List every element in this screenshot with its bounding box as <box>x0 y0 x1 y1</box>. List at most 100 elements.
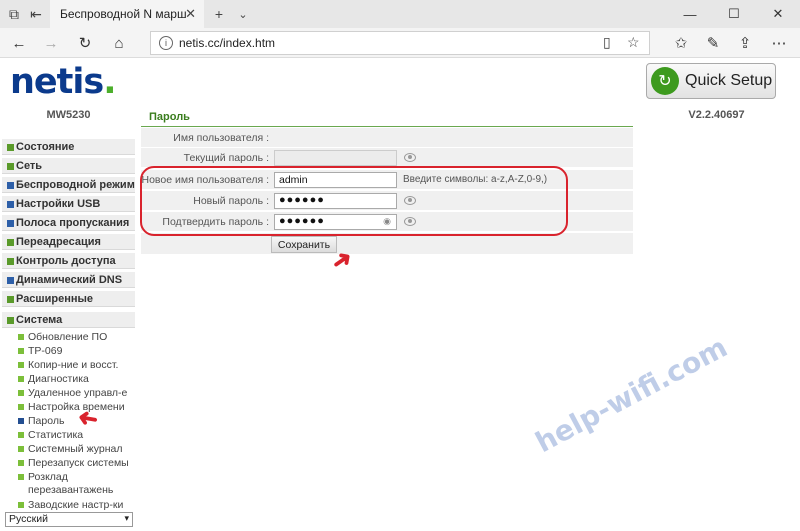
new-tab-icon[interactable]: + <box>208 0 230 28</box>
url-text: netis.cc/index.htm <box>179 36 276 50</box>
sidebar: MW5230 Состояние Сеть Беспроводной режим… <box>0 105 137 531</box>
tab-title: Беспроводной N марш <box>60 7 187 21</box>
submenu-label: TP-069 <box>28 345 63 357</box>
plus-icon <box>7 163 14 170</box>
quick-setup-icon: ↻ <box>651 67 679 95</box>
submenu-label: Удаленное управл-е <box>28 387 128 399</box>
plus-icon <box>7 144 14 151</box>
menu-forwarding[interactable]: Переадресация <box>2 233 135 250</box>
show-password-eye-icon[interactable] <box>404 153 416 162</box>
bullet-icon <box>18 390 24 396</box>
menu-advanced[interactable]: Расширенные <box>2 290 135 307</box>
web-note-icon[interactable]: ✎ <box>698 28 728 58</box>
favorites-hub-icon[interactable]: ✩ <box>666 28 696 58</box>
submenu-factory[interactable]: Заводские настр-ки <box>18 499 124 512</box>
tab-list-chevron-icon[interactable]: ⌄ <box>232 0 254 28</box>
refresh-icon[interactable]: ↻ <box>70 28 100 58</box>
bullet-icon <box>18 460 24 466</box>
bullet-icon <box>18 334 24 340</box>
minimize-icon[interactable]: — <box>668 0 712 28</box>
window-close-icon[interactable]: ✕ <box>756 0 800 28</box>
site-info-icon[interactable]: i <box>159 36 173 50</box>
close-tab-icon[interactable]: ✕ <box>185 6 196 22</box>
submenu-label: Перезапуск системы <box>28 457 129 469</box>
back-icon[interactable]: ← <box>4 28 34 58</box>
current-password-field[interactable] <box>274 150 397 166</box>
language-value: Русский <box>9 513 48 525</box>
browser-tab-bar: ⧉ ⇤ Беспроводной N марш ✕ + ⌄ — ☐ ✕ <box>0 0 800 28</box>
submenu-label: Заводские настр-ки <box>28 499 124 511</box>
submenu-label: Системный журнал <box>28 443 123 455</box>
menu-system[interactable]: Система <box>2 311 135 328</box>
submenu-label: Копир-ние и восст. <box>28 359 119 371</box>
plus-icon <box>7 239 14 246</box>
share-icon[interactable]: ⇪ <box>730 28 760 58</box>
menu-network[interactable]: Сеть <box>2 157 135 174</box>
submenu-tr069[interactable]: TP-069 <box>18 345 63 358</box>
browser-toolbar: ← → ↻ ⌂ i netis.cc/index.htm ▯ ☆ ✩ ✎ ⇪ ⋯ <box>0 28 800 58</box>
plus-icon <box>7 277 14 284</box>
more-menu-icon[interactable]: ⋯ <box>764 28 794 58</box>
menu-usb[interactable]: Настройки USB <box>2 195 135 212</box>
menu-label: Полоса пропускания <box>16 216 130 229</box>
menu-label: Динамический DNS <box>16 273 123 286</box>
netis-logo: netis. <box>10 62 117 102</box>
bullet-icon <box>18 418 24 424</box>
submenu-syslog[interactable]: Системный журнал <box>18 443 123 456</box>
browser-tab[interactable]: Беспроводной N марш ✕ <box>50 0 204 28</box>
menu-status[interactable]: Состояние <box>2 138 135 155</box>
forward-icon[interactable]: → <box>36 28 66 58</box>
save-button[interactable]: Сохранить <box>271 236 337 253</box>
menu-ddns[interactable]: Динамический DNS <box>2 271 135 288</box>
current-password-label: Текущий пароль : <box>183 152 269 164</box>
submenu-reboot-schedule[interactable]: Розклад перезавантажень <box>18 471 128 497</box>
back-tabs-icon[interactable]: ⇤ <box>26 0 46 28</box>
bullet-icon <box>18 502 24 508</box>
submenu-time[interactable]: Настройка времени <box>18 401 125 414</box>
submenu-label: Обновление ПО <box>28 331 108 343</box>
reading-view-icon[interactable]: ▯ <box>603 34 611 51</box>
submenu-firmware[interactable]: Обновление ПО <box>18 331 108 344</box>
home-icon[interactable]: ⌂ <box>104 28 134 58</box>
menu-label: Переадресация <box>16 235 101 248</box>
bullet-icon <box>18 362 24 368</box>
menu-label: Настройки USB <box>16 197 101 210</box>
address-bar[interactable]: i netis.cc/index.htm ▯ ☆ <box>150 31 650 55</box>
menu-label: Сеть <box>16 159 43 172</box>
menu-label: Расширенные <box>16 292 93 305</box>
submenu-label: Настройка времени <box>28 401 125 413</box>
bullet-icon <box>18 376 24 382</box>
tab-actions-icon[interactable]: ⧉ <box>4 0 24 28</box>
plus-icon <box>7 182 14 189</box>
submenu-reboot[interactable]: Перезапуск системы <box>18 457 129 470</box>
bullet-icon <box>18 348 24 354</box>
maximize-icon[interactable]: ☐ <box>712 0 756 28</box>
section-title: Пароль <box>141 105 633 127</box>
submenu-remote[interactable]: Удаленное управл-е <box>18 387 128 400</box>
menu-access-control[interactable]: Контроль доступа <box>2 252 135 269</box>
bullet-icon <box>18 446 24 452</box>
language-select[interactable]: Русский ▾ <box>5 512 133 527</box>
save-row <box>141 233 633 255</box>
plus-icon <box>7 201 14 208</box>
menu-wireless[interactable]: Беспроводной режим <box>2 176 135 193</box>
submenu-diagnostics[interactable]: Диагностика <box>18 373 89 386</box>
menu-label: Система <box>16 313 63 326</box>
quick-setup-button[interactable]: ↻ Quick Setup <box>646 63 776 99</box>
submenu-password[interactable]: Пароль <box>18 415 65 428</box>
menu-label: Состояние <box>16 140 75 153</box>
bullet-icon <box>18 474 24 480</box>
submenu-label: Пароль <box>28 415 65 427</box>
current-password-row: Текущий пароль : <box>141 148 633 168</box>
submenu-backup[interactable]: Копир-ние и восст. <box>18 359 119 372</box>
username-row: Имя пользователя : <box>141 128 633 148</box>
model-name: MW5230 <box>46 109 91 121</box>
menu-label: Беспроводной режим <box>16 178 135 191</box>
favorite-star-icon[interactable]: ☆ <box>627 34 640 51</box>
firmware-version: V2.2.40697 <box>688 109 745 121</box>
bullet-icon <box>18 432 24 438</box>
menu-bandwidth[interactable]: Полоса пропускания <box>2 214 135 231</box>
highlight-ellipse <box>140 166 568 236</box>
plus-icon <box>7 296 14 303</box>
chevron-down-icon: ▾ <box>124 513 129 523</box>
